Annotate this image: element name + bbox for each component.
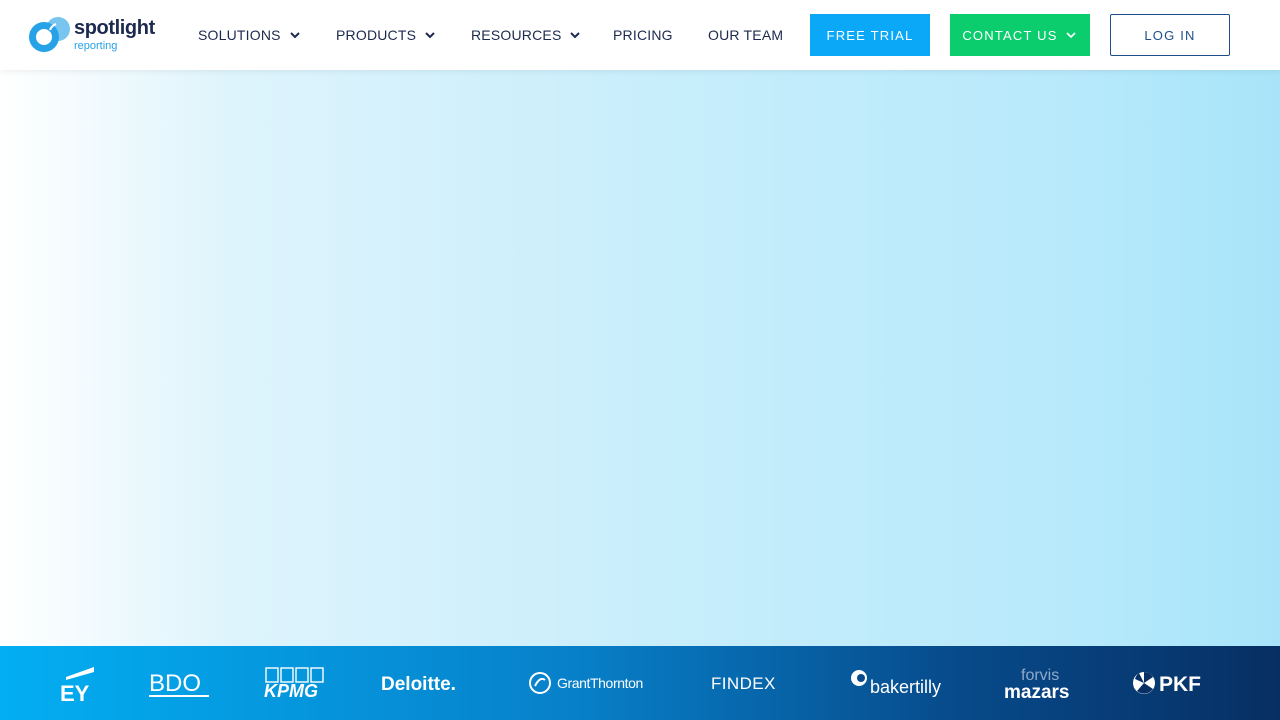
nav-products-label: PRODUCTS [336, 27, 417, 43]
forvis-mazars-mark-icon: forvis mazars [1004, 667, 1070, 702]
nav-solutions[interactable]: SOLUTIONS [198, 24, 303, 46]
grant-thornton-logo: GrantThornton [528, 646, 654, 720]
site-header: spotlight reporting SOLUTIONS PRODUCTS R… [0, 0, 1280, 70]
kpmg-logo: KPMG [264, 646, 326, 720]
free-trial-label: FREE TRIAL [826, 27, 914, 43]
hero-section [0, 70, 1280, 646]
logo-wordmark: spotlight [74, 17, 155, 39]
grant-thornton-mark-icon: GrantThornton [529, 672, 643, 694]
deloitte-mark-icon: Deloitte. [381, 674, 456, 695]
findex-logo: FINDEX [711, 646, 781, 720]
bakertilly-mark-icon: bakertilly [851, 670, 941, 697]
findex-logo-text: FINDEX [711, 674, 776, 693]
nav-products[interactable]: PRODUCTS [336, 24, 438, 46]
contact-us-label: CONTACT US [962, 27, 1058, 43]
forvis-mazars-logo: forvis mazars [1004, 646, 1080, 720]
client-logos-strip: EY BDO KPMG Deloitte. GrantThornton FIND… [0, 646, 1280, 720]
deloitte-logo-text: Deloitte. [381, 674, 456, 695]
deloitte-logo: Deloitte. [381, 646, 469, 720]
nav-resources-label: RESOURCES [471, 27, 562, 43]
pkf-logo: PKF [1131, 646, 1209, 720]
mazars-logo-text: mazars [1004, 682, 1070, 702]
log-in-label: LOG IN [1144, 27, 1196, 43]
kpmg-mark-icon: KPMG [264, 667, 324, 700]
findex-mark-icon: FINDEX [711, 674, 776, 693]
ey-mark-icon: EY [60, 667, 94, 703]
bakertilly-logo-text: bakertilly [870, 677, 941, 697]
spotlight-logo[interactable]: spotlight reporting [26, 14, 156, 56]
spotlight-logo-mark-icon [29, 17, 70, 52]
chevron-down-icon [425, 32, 435, 39]
nav-our-team-label: OUR TEAM [708, 27, 784, 43]
pkf-mark-icon: PKF [1133, 672, 1201, 696]
ey-logo: EY [60, 646, 98, 720]
contact-us-button[interactable]: CONTACT US [950, 14, 1090, 56]
bdo-mark-icon: BDO [149, 670, 209, 697]
nav-pricing-label: PRICING [613, 27, 673, 43]
log-in-button[interactable]: LOG IN [1110, 14, 1230, 56]
ey-logo-text: EY [60, 681, 90, 703]
logo-subtitle: reporting [74, 40, 118, 52]
nav-solutions-label: SOLUTIONS [198, 27, 281, 43]
bdo-logo: BDO [149, 646, 211, 720]
chevron-down-icon [1066, 32, 1076, 39]
nav-pricing[interactable]: PRICING [613, 24, 673, 46]
bakertilly-logo: bakertilly [850, 646, 954, 720]
kpmg-logo-text: KPMG [264, 681, 318, 700]
pkf-logo-text: PKF [1159, 673, 1201, 696]
chevron-down-icon [290, 32, 300, 39]
grant-thornton-logo-text: GrantThornton [557, 675, 643, 691]
bdo-logo-text: BDO [149, 670, 201, 697]
free-trial-button[interactable]: FREE TRIAL [810, 14, 930, 56]
chevron-down-icon [570, 32, 581, 39]
nav-our-team[interactable]: OUR TEAM [708, 24, 783, 46]
nav-resources[interactable]: RESOURCES [471, 24, 583, 46]
